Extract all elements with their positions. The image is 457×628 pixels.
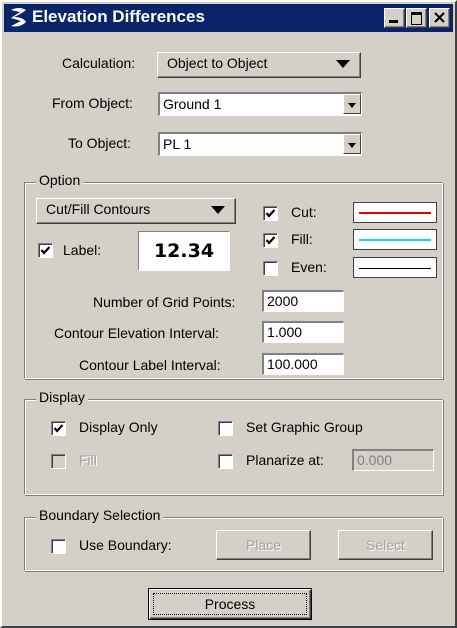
use-boundary-label: Use Boundary: bbox=[79, 537, 172, 553]
checkmark-icon bbox=[265, 209, 276, 218]
cut-label: Cut: bbox=[291, 204, 317, 220]
focus-rect bbox=[153, 593, 307, 615]
place-button[interactable]: Place bbox=[216, 530, 311, 560]
option-mode-value: Cut/Fill Contours bbox=[46, 201, 151, 217]
cut-color-line bbox=[359, 212, 431, 214]
display-group bbox=[24, 399, 443, 495]
checkmark-icon bbox=[53, 424, 64, 433]
option-group-title: Option bbox=[36, 172, 84, 188]
checkmark-icon bbox=[265, 236, 276, 245]
elevation-differences-window: Elevation Differences Calculation: Objec… bbox=[0, 0, 457, 628]
minimize-icon[interactable] bbox=[384, 8, 405, 28]
display-fill-label: Fill bbox=[79, 452, 97, 468]
calculation-label: Calculation: bbox=[62, 55, 136, 71]
even-color-swatch[interactable] bbox=[353, 257, 437, 278]
label-interval-input[interactable]: 100.000 bbox=[262, 353, 344, 375]
display-fill-checkbox[interactable] bbox=[51, 454, 66, 469]
planarize-input[interactable]: 0.000 bbox=[352, 449, 434, 471]
from-object-combo[interactable]: Ground 1 bbox=[158, 92, 362, 116]
display-only-label: Display Only bbox=[79, 419, 158, 435]
label-checkbox[interactable] bbox=[38, 243, 53, 258]
to-object-combo[interactable]: PL 1 bbox=[158, 132, 362, 156]
chevron-down-icon[interactable] bbox=[343, 134, 361, 154]
grid-points-input[interactable]: 2000 bbox=[262, 290, 344, 312]
cut-checkbox[interactable] bbox=[263, 206, 278, 221]
elev-interval-label: Contour Elevation Interval: bbox=[54, 325, 219, 341]
set-graphic-group-checkbox[interactable] bbox=[218, 421, 233, 436]
label-preview: 12.34 bbox=[138, 231, 230, 271]
dropdown-triangle-icon bbox=[211, 206, 225, 214]
from-object-label: From Object: bbox=[52, 95, 133, 111]
label-interval-label: Contour Label Interval: bbox=[79, 357, 221, 373]
planarize-label: Planarize at: bbox=[246, 452, 324, 468]
fill-color-swatch[interactable] bbox=[353, 229, 437, 250]
to-object-label: To Object: bbox=[68, 135, 132, 151]
fill-color-line bbox=[359, 239, 431, 241]
process-button[interactable]: Process bbox=[148, 588, 312, 620]
checkmark-icon bbox=[40, 246, 51, 255]
calculation-dropdown[interactable]: Object to Object bbox=[157, 52, 361, 78]
display-group-title: Display bbox=[36, 389, 88, 405]
even-checkbox[interactable] bbox=[263, 261, 278, 276]
fill-checkbox[interactable] bbox=[263, 233, 278, 248]
to-object-value: PL 1 bbox=[163, 136, 192, 152]
calculation-value: Object to Object bbox=[167, 55, 268, 71]
cut-color-swatch[interactable] bbox=[353, 202, 437, 223]
select-button[interactable]: Select bbox=[338, 530, 433, 560]
boundary-group-title: Boundary Selection bbox=[36, 507, 164, 523]
close-icon[interactable] bbox=[429, 8, 450, 28]
elev-interval-input[interactable]: 1.000 bbox=[262, 321, 344, 343]
even-color-line bbox=[359, 268, 431, 269]
window-title: Elevation Differences bbox=[32, 7, 205, 26]
app-logo-icon bbox=[11, 8, 26, 27]
title-bar[interactable]: Elevation Differences bbox=[4, 4, 453, 32]
planarize-checkbox[interactable] bbox=[218, 454, 233, 469]
grid-points-label: Number of Grid Points: bbox=[93, 294, 236, 310]
option-mode-dropdown[interactable]: Cut/Fill Contours bbox=[36, 198, 236, 224]
set-graphic-group-label: Set Graphic Group bbox=[246, 419, 363, 435]
dropdown-triangle-icon bbox=[336, 60, 350, 68]
display-only-checkbox[interactable] bbox=[51, 421, 66, 436]
even-label: Even: bbox=[291, 259, 327, 275]
from-object-value: Ground 1 bbox=[163, 96, 222, 112]
maximize-icon[interactable] bbox=[406, 8, 427, 28]
use-boundary-checkbox[interactable] bbox=[51, 539, 66, 554]
label-checkbox-label: Label: bbox=[63, 242, 102, 258]
chevron-down-icon[interactable] bbox=[343, 94, 361, 114]
fill-label: Fill: bbox=[291, 231, 313, 247]
